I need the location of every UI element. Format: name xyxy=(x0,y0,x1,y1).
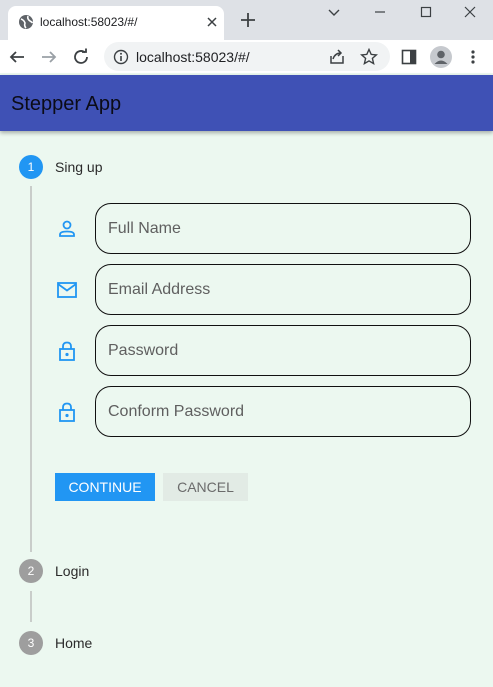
menu-button[interactable] xyxy=(462,46,484,68)
step-connector xyxy=(30,591,32,622)
app-title: Stepper App xyxy=(11,93,122,115)
reload-icon xyxy=(74,48,88,64)
email-icon xyxy=(57,282,77,298)
app-bar: Stepper App xyxy=(0,75,493,131)
confirm-password-field[interactable] xyxy=(95,386,471,437)
address-bar[interactable]: localhost:58023/#/ xyxy=(104,42,390,71)
side-panel-icon xyxy=(401,49,417,65)
minimize-icon xyxy=(375,11,385,13)
browser-tab[interactable]: localhost:58023/#/ xyxy=(8,6,224,40)
password-field[interactable] xyxy=(95,325,471,376)
tab-search-button[interactable] xyxy=(311,0,357,24)
url-text: localhost:58023/#/ xyxy=(136,49,250,65)
minimize-button[interactable] xyxy=(357,0,403,24)
more-vert-icon xyxy=(471,50,475,64)
maximize-button[interactable] xyxy=(403,0,449,24)
profile-button[interactable] xyxy=(430,46,452,68)
lock-icon xyxy=(59,341,75,361)
new-tab-icon[interactable] xyxy=(238,10,258,30)
browser-tab-bar: localhost:58023/#/ xyxy=(0,0,493,40)
share-icon[interactable] xyxy=(328,48,346,66)
person-icon xyxy=(59,220,75,237)
bookmark-star-icon[interactable] xyxy=(360,48,378,66)
step-number-badge: 3 xyxy=(19,631,43,655)
lock-icon xyxy=(59,402,75,422)
forward-button[interactable] xyxy=(38,46,60,68)
step-number-badge: 1 xyxy=(19,155,43,179)
cancel-button[interactable]: CANCEL xyxy=(163,473,248,501)
close-window-button[interactable] xyxy=(447,0,493,24)
email-field[interactable] xyxy=(95,264,471,315)
step-connector xyxy=(30,186,32,552)
close-tab-icon[interactable] xyxy=(204,14,220,30)
step-label: Login xyxy=(55,563,90,579)
close-icon xyxy=(464,6,476,18)
avatar-icon xyxy=(430,46,452,68)
maximize-icon xyxy=(420,6,432,18)
tab-title: localhost:58023/#/ xyxy=(40,15,138,29)
step-number-badge: 2 xyxy=(19,559,43,583)
side-panel-button[interactable] xyxy=(398,46,420,68)
arrow-right-icon xyxy=(42,51,57,63)
full-name-field[interactable] xyxy=(95,203,471,254)
step-label: Home xyxy=(55,635,93,651)
reload-button[interactable] xyxy=(70,46,92,68)
globe-icon xyxy=(19,15,34,29)
back-button[interactable] xyxy=(6,46,28,68)
chevron-down-icon xyxy=(328,9,340,16)
info-icon[interactable] xyxy=(113,49,129,65)
arrow-left-icon xyxy=(9,51,24,63)
browser-toolbar: localhost:58023/#/ xyxy=(0,40,493,73)
step-label: Sing up xyxy=(55,159,103,175)
continue-button[interactable]: CONTINUE xyxy=(55,473,155,501)
